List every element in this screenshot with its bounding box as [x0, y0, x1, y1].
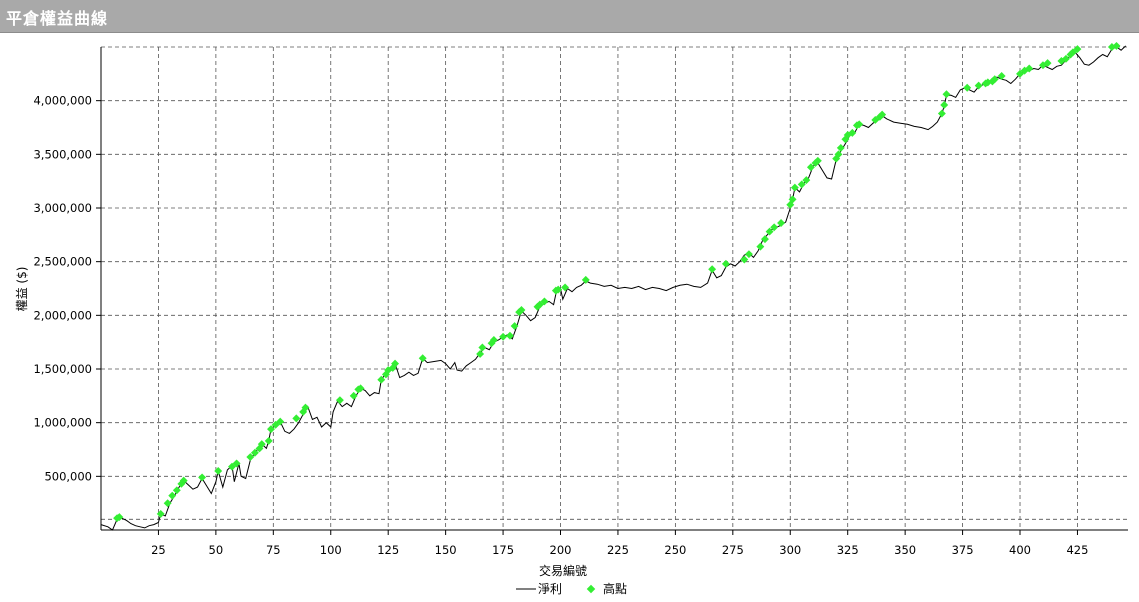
high-point-marker — [561, 283, 570, 292]
legend: 淨利 高點 — [516, 581, 627, 596]
high-point-marker — [163, 499, 172, 508]
x-tick-label: 300 — [779, 543, 801, 557]
x-tick-label: 200 — [550, 543, 572, 557]
high-point-marker — [198, 473, 207, 482]
x-tick-label: 175 — [492, 543, 514, 557]
x-tick-label: 425 — [1066, 543, 1088, 557]
high-point-marker — [937, 109, 946, 118]
series-layer — [100, 45, 1127, 531]
high-point-marker — [349, 391, 358, 400]
x-tick-label: 350 — [894, 543, 916, 557]
high-point-marker — [756, 242, 765, 251]
x-tick-label: 25 — [151, 543, 166, 557]
x-tick-label: 150 — [435, 543, 457, 557]
high-point-marker — [377, 375, 386, 384]
high-point-marker — [156, 509, 165, 518]
high-point-marker — [499, 332, 508, 341]
high-point-marker — [708, 265, 717, 274]
y-tick-label: 4,000,000 — [33, 94, 92, 108]
high-point-marker — [172, 486, 181, 495]
y-tick-label: 2,500,000 — [33, 255, 92, 269]
high-point-marker — [168, 491, 177, 500]
x-tick-label: 400 — [1009, 543, 1031, 557]
y-tick-label: 1,500,000 — [33, 362, 92, 376]
x-tick-label: 375 — [952, 543, 974, 557]
high-point-marker — [740, 255, 749, 264]
high-point-marker — [974, 81, 983, 90]
x-tick-label: 50 — [209, 543, 224, 557]
high-point-marker — [721, 259, 730, 268]
marker-layer — [113, 41, 1121, 523]
legend-marker-swatch — [586, 584, 596, 594]
high-point-marker — [997, 72, 1006, 80]
x-axis-title: 交易編號 — [539, 563, 587, 578]
net-profit-line — [100, 45, 1127, 531]
x-tick-label: 325 — [837, 543, 859, 557]
high-point-marker — [264, 436, 273, 445]
legend-label-high-point: 高點 — [603, 581, 627, 596]
high-point-marker — [478, 343, 487, 352]
high-point-marker — [777, 219, 786, 227]
high-point-marker — [836, 143, 845, 152]
high-point-marker — [214, 466, 223, 475]
x-tick-label: 225 — [607, 543, 629, 557]
legend-label-net-profit: 淨利 — [538, 582, 562, 596]
x-tick-label: 125 — [377, 543, 399, 557]
x-tick-label: 100 — [320, 543, 342, 557]
x-tick-label: 275 — [722, 543, 744, 557]
y-tick-label: 3,500,000 — [33, 147, 92, 161]
high-point-marker — [940, 101, 949, 109]
high-point-marker — [942, 90, 951, 99]
axes-layer: 500,000 1,000,000 1,500,000 2,000,000 2,500,… — [33, 47, 1128, 557]
y-tick-label: 3,000,000 — [33, 201, 92, 215]
y-axis-title: 權益 ($) — [15, 267, 29, 312]
y-tick-label: 1,000,000 — [33, 416, 92, 430]
y-tick-label: 2,000,000 — [33, 308, 92, 322]
x-tick-label: 250 — [664, 543, 686, 557]
x-tick-label: 75 — [266, 543, 281, 557]
y-tick-label: 500,000 — [44, 469, 92, 483]
grid-layer — [101, 46, 1128, 530]
equity-chart: 500,000 1,000,000 1,500,000 2,000,000 2,500,… — [15, 41, 1128, 596]
high-point-marker — [744, 250, 753, 259]
